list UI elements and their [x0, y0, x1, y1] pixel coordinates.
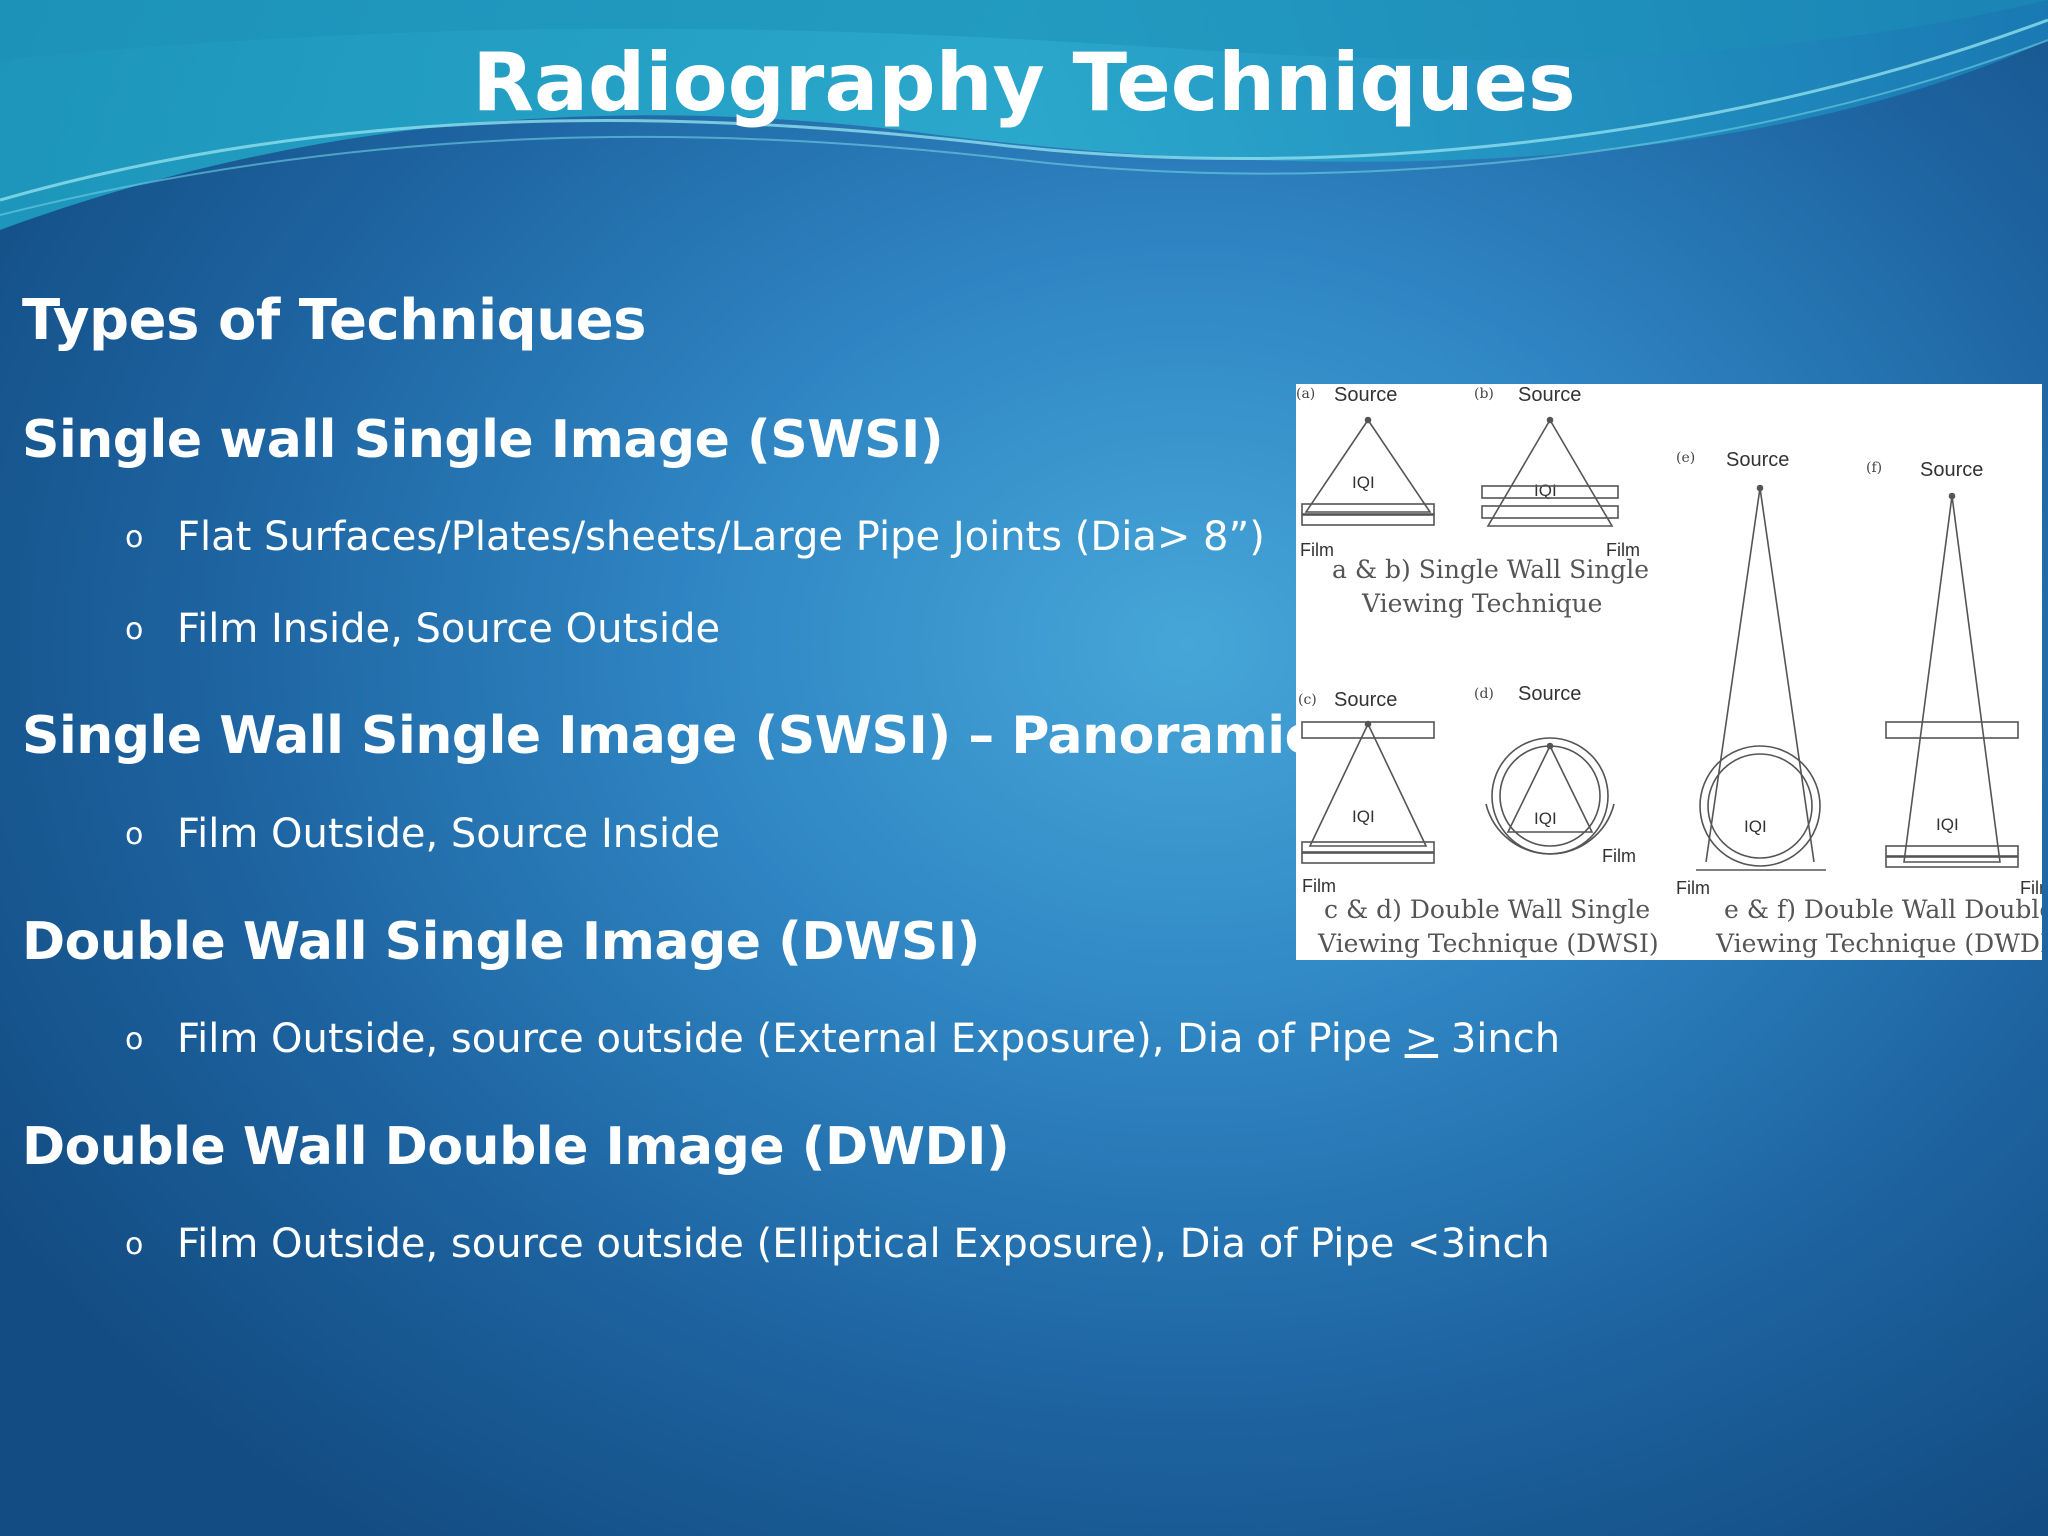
film-strip-c-top [1301, 841, 1435, 853]
film-label-d: Film [1602, 846, 1636, 866]
bullet-film-inside: o Film Inside, Source Outside [125, 606, 720, 652]
panel-tag-a: (a) [1296, 386, 1315, 402]
film-label-e: Film [1676, 878, 1710, 898]
bullet-text: Film Outside, source outside (Elliptical… [177, 1221, 1550, 1267]
bullet-text-part: 3inch [1450, 1016, 1561, 1062]
beam-line-e-right [1759, 487, 1815, 863]
greater-equal-symbol: > [1404, 1016, 1439, 1062]
source-label-c: Source [1334, 689, 1397, 711]
bullet-text: Flat Surfaces/Plates/sheets/Large Pipe J… [177, 514, 1265, 560]
bullet-text: Film Outside, source outside (External E… [177, 1016, 1560, 1062]
heading-dwdi: Double Wall Double Image (DWDI) [22, 1117, 1010, 1177]
caption-cd-line2: Viewing Technique (DWSI) [1317, 929, 1659, 958]
film-label-a: Film [1300, 540, 1334, 560]
iqi-label-a: IQI [1352, 473, 1375, 492]
iqi-label-c: IQI [1352, 807, 1375, 826]
caption-ef-line1: e & f) Double Wall Double [1724, 895, 2042, 924]
caption-ef-line2: Viewing Technique (DWDI) [1715, 929, 2042, 958]
beam-cone-a [1304, 419, 1432, 513]
iqi-label-d: IQI [1534, 809, 1557, 828]
iqi-label-b: IQI [1534, 481, 1557, 500]
pipe-outer-d [1491, 737, 1609, 855]
bullet-external-exposure: o Film Outside, source outside (External… [125, 1016, 1560, 1062]
iqi-label-f: IQI [1936, 815, 1959, 834]
pipe-inner-d [1499, 745, 1601, 847]
heading-dwsi: Double Wall Single Image (DWSI) [22, 912, 980, 972]
heading-swsi-panoramic: Single Wall Single Image (SWSI) – Panora… [22, 706, 1315, 766]
beam-cone-c [1308, 723, 1428, 847]
caption-ab-line1: a & b) Single Wall Single [1332, 555, 1649, 584]
panel-tag-b: (b) [1474, 386, 1494, 402]
heading-swsi: Single wall Single Image (SWSI) [22, 410, 944, 470]
bullet-text-part: Film Outside, source outside (External E… [177, 1016, 1405, 1062]
bullet-elliptical-exposure: o Film Outside, source outside (Elliptic… [125, 1221, 1550, 1267]
slide-title: Radiography Techniques [472, 36, 1576, 129]
plate-b [1481, 505, 1619, 519]
bullet-icon: o [125, 611, 144, 647]
caption-ab-line2: Viewing Technique [1361, 589, 1602, 618]
bullet-flat-surfaces: o Flat Surfaces/Plates/sheets/Large Pipe… [125, 514, 1265, 560]
bullet-icon: o [125, 816, 144, 852]
film-strip-c-bottom [1301, 852, 1435, 864]
plate-f [1885, 721, 2019, 739]
radiography-techniques-diagram: (a) Source IQI Film (b) Source IQI Film … [1296, 384, 2042, 960]
source-label-f: Source [1920, 459, 1983, 481]
pipe-outer-e [1699, 745, 1821, 867]
source-label-b: Source [1518, 384, 1581, 406]
section-subtitle: Types of Techniques [22, 288, 646, 353]
bullet-text: Film Outside, Source Inside [177, 811, 721, 857]
beam-cone-f [1903, 495, 2001, 863]
bullet-icon: o [125, 1021, 144, 1057]
panel-tag-e: (e) [1676, 450, 1695, 466]
beam-cone-b [1486, 419, 1614, 527]
bullet-icon: o [125, 1226, 144, 1262]
panel-tag-c: (c) [1298, 692, 1317, 708]
source-label-a: Source [1334, 384, 1397, 406]
film-label-c: Film [1302, 876, 1336, 896]
panel-tag-f: (f) [1866, 460, 1882, 476]
source-label-e: Source [1726, 449, 1789, 471]
bullet-text: Film Inside, Source Outside [177, 606, 721, 652]
caption-cd-line1: c & d) Double Wall Single [1324, 895, 1650, 924]
bullet-icon: o [125, 519, 144, 555]
bullet-film-outside-source-inside: o Film Outside, Source Inside [125, 811, 720, 857]
beam-line-e-left [1705, 487, 1761, 863]
panel-tag-d: (d) [1474, 686, 1494, 702]
film-strip-a [1301, 514, 1435, 526]
source-label-d: Source [1518, 683, 1581, 705]
pipe-inner-e [1707, 753, 1813, 859]
iqi-label-e: IQI [1744, 817, 1767, 836]
